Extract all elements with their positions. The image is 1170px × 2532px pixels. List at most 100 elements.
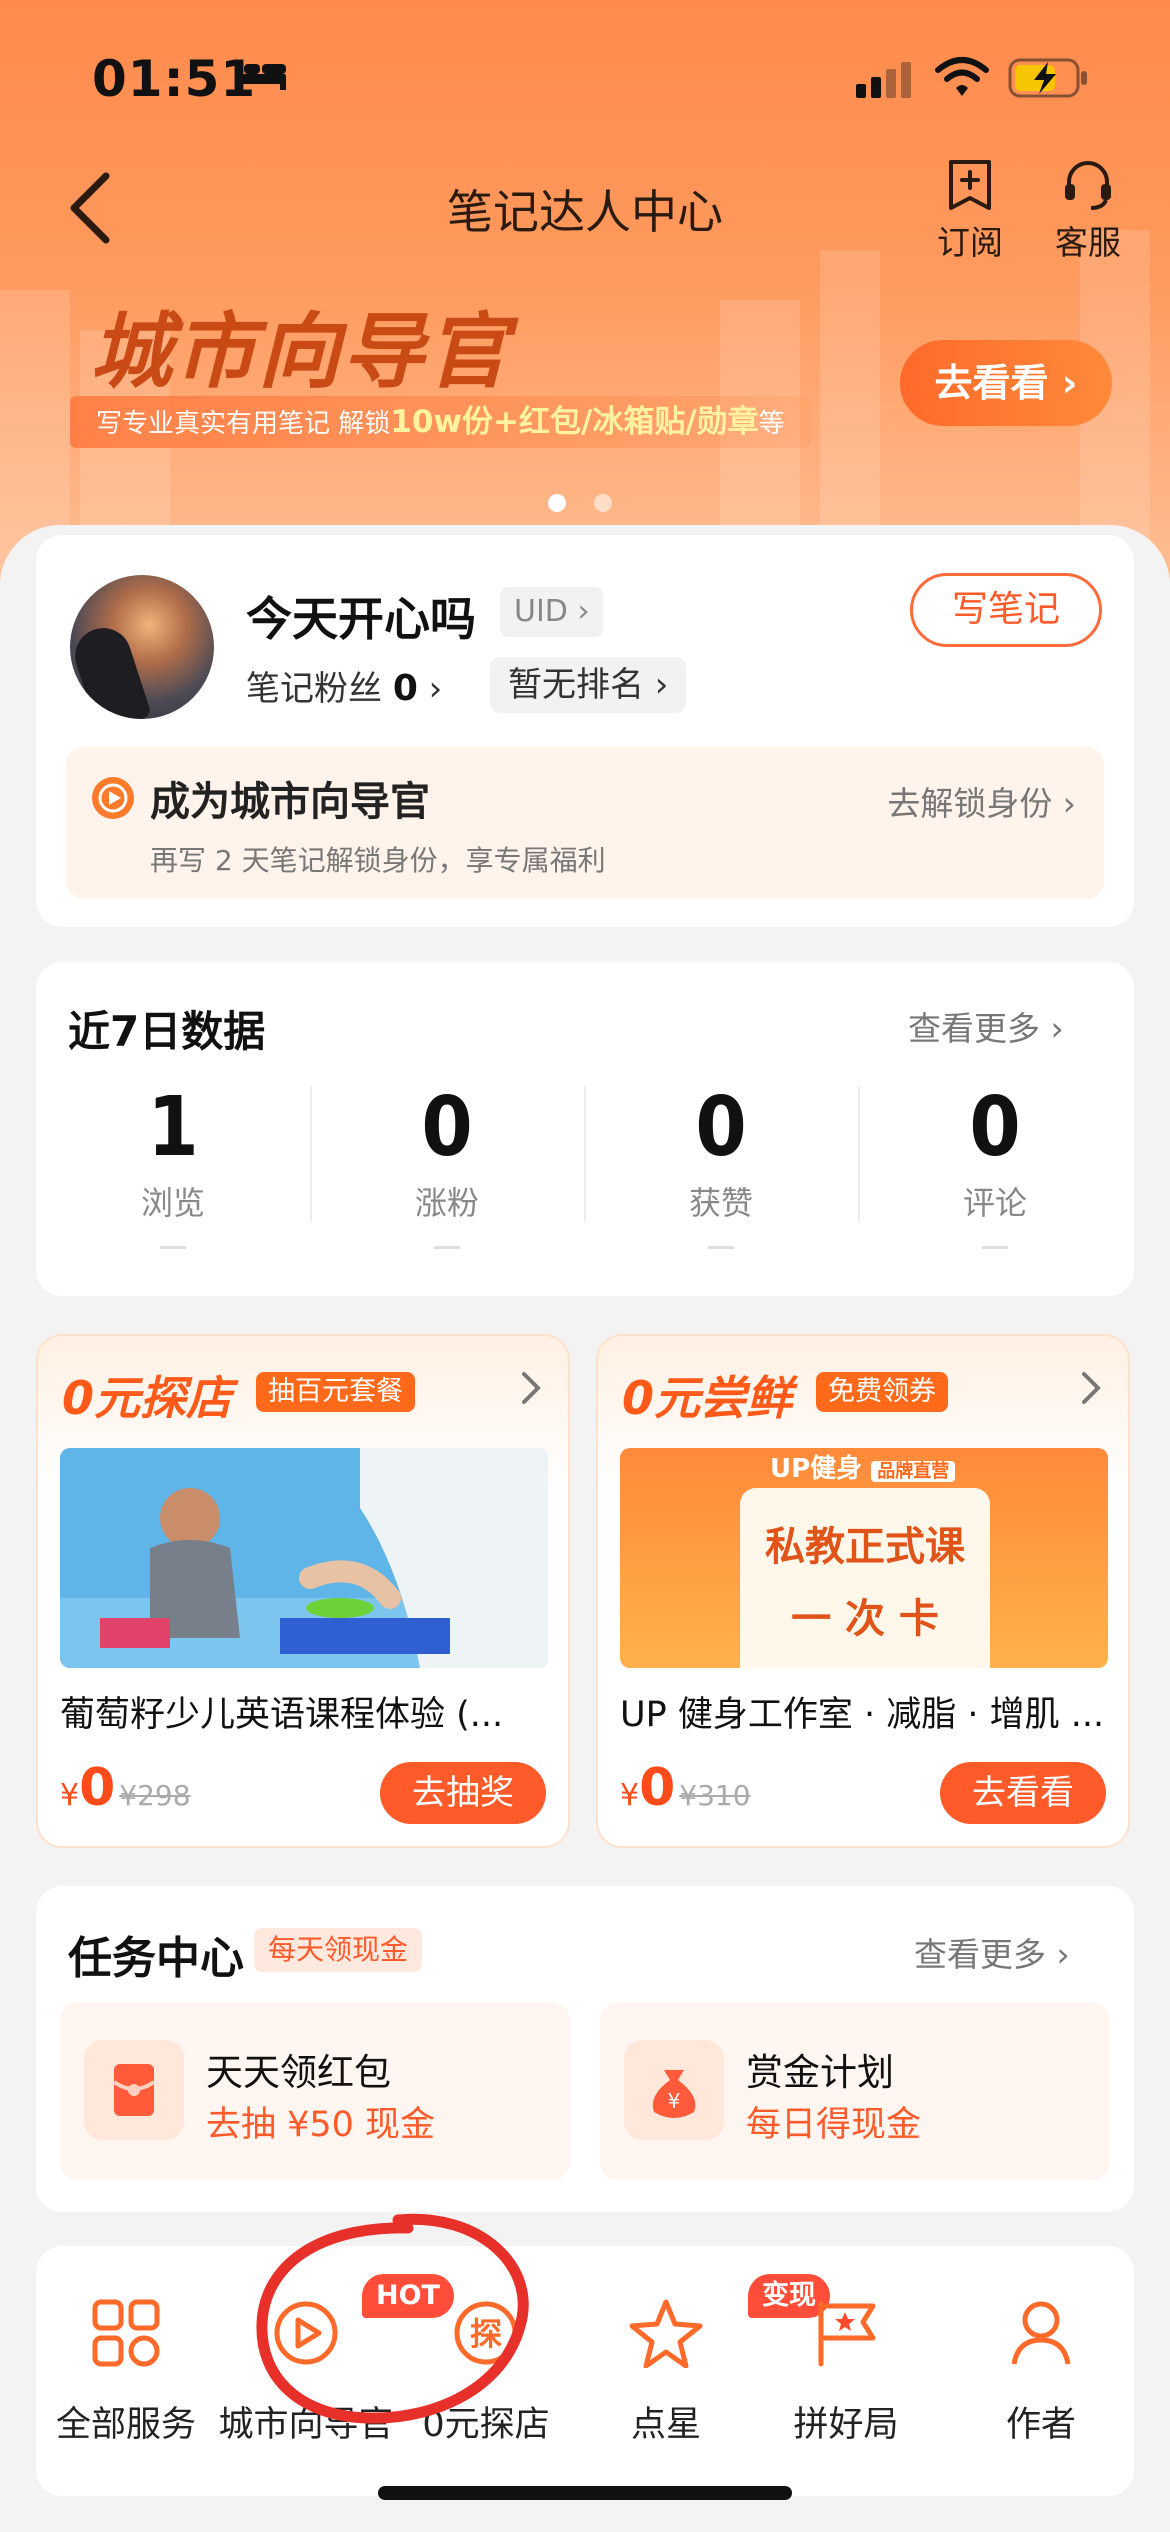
carousel-dots	[548, 494, 640, 516]
star-icon	[629, 2299, 703, 2368]
guide-badge-icon	[92, 777, 134, 819]
stat-dash	[160, 1246, 186, 1249]
customer-service-button[interactable]: 客服	[1038, 158, 1138, 268]
stat-label: 浏览	[140, 1184, 205, 1222]
service-group-deal[interactable]: 拼好局	[756, 2298, 936, 2447]
stats-more-label: 查看更多	[908, 1009, 1040, 1048]
gym-brand-name: UP健身	[770, 1454, 863, 1484]
gym-brand-text: UP健身 品牌直营	[770, 1448, 956, 1485]
service-author[interactable]: 作者	[936, 2298, 1134, 2447]
fans-label: 笔记粉丝	[246, 669, 382, 709]
battery-charging-icon	[1008, 58, 1087, 98]
task-title: 天天领红包	[206, 2051, 391, 2094]
service-star[interactable]: 点星	[576, 2298, 756, 2447]
offer-price-value: 0	[79, 1758, 116, 1818]
banner-sub-prefix: 写专业真实有用笔记 解锁	[96, 409, 391, 439]
kids-class-photo	[60, 1448, 548, 1668]
offer-original-price: ¥310	[679, 1779, 751, 1812]
view-offer-button[interactable]: 去看看	[940, 1762, 1106, 1824]
banner-sub-suffix: 等	[758, 409, 785, 439]
stat-value: 0	[969, 1080, 1021, 1175]
customer-service-label: 客服	[1055, 223, 1121, 262]
offer-currency: ¥	[620, 1778, 640, 1813]
banner-subtitle: 写专业真实有用笔记 解锁10w份+红包/冰箱贴/勋章等	[70, 396, 811, 448]
grid-icon	[92, 2299, 160, 2367]
offer-name: 葡萄籽少儿英语课程体验 (...	[60, 1695, 504, 1735]
tasks-more-link[interactable]: 查看更多 ›	[914, 1928, 1070, 1976]
banner-go-button[interactable]: 去看看 ›	[900, 340, 1112, 426]
profile-card: 今天开心吗 UID › 写笔记 笔记粉丝 0 › 暂无排名 › 成为城市向导官 …	[36, 535, 1134, 927]
service-label: 点星	[630, 2405, 701, 2445]
home-indicator	[378, 2486, 792, 2500]
offer-image-kids-class	[60, 1448, 548, 1668]
stats-card: 近7日数据 查看更多 › 1 浏览 0 涨粉 0 获赞 0 评论	[36, 962, 1134, 1296]
banner-sub-highlight: 10w份+红包/冰箱贴/勋章	[390, 404, 759, 440]
write-note-button[interactable]: 写笔记	[910, 573, 1102, 647]
stat-label: 涨粉	[414, 1184, 479, 1222]
task-bounty-plan[interactable]: ¥ 赏金计划 每日得现金	[600, 2002, 1110, 2180]
person-icon	[1011, 2301, 1071, 2365]
carousel-dot[interactable]	[594, 494, 612, 512]
task-title: 赏金计划	[746, 2051, 894, 2094]
task-red-packet[interactable]: 天天领红包 去抽 ¥50 现金	[60, 2002, 570, 2180]
service-all[interactable]: 全部服务	[36, 2298, 216, 2447]
gym-card-panel: 私教正式课 一 次 卡	[740, 1488, 990, 1668]
uid-button[interactable]: UID ›	[500, 587, 604, 637]
offer-brand: 0元探店	[62, 1371, 233, 1425]
guide-unlock-link[interactable]: 去解锁身份 ›	[887, 777, 1076, 825]
task-subtitle: 去抽 ¥50 现金	[206, 2105, 436, 2145]
banner-title: 城市向导官	[90, 305, 510, 400]
gym-line-1: 私教正式课	[765, 1523, 965, 1570]
offer-price: ¥0 ¥310	[620, 1758, 751, 1818]
fans-count: 0	[392, 668, 418, 709]
stats-more-link[interactable]: 查看更多 ›	[908, 1002, 1064, 1050]
stat-value: 0	[695, 1080, 747, 1175]
stat-comments[interactable]: 0 评论	[858, 1082, 1132, 1249]
subscribe-icon	[949, 160, 991, 210]
signal-icon	[856, 62, 911, 98]
subscribe-button[interactable]: 订阅	[920, 158, 1020, 268]
fans-link[interactable]: 笔记粉丝 0 ›	[246, 661, 442, 710]
banner-go-label: 去看看	[934, 361, 1049, 405]
stat-label: 获赞	[688, 1184, 753, 1222]
flag-icon	[818, 2301, 876, 2367]
offer-tag: 抽百元套餐	[256, 1372, 415, 1412]
avatar[interactable]	[70, 575, 214, 719]
stat-label: 评论	[962, 1184, 1027, 1222]
guide-link-label: 去解锁身份	[887, 784, 1053, 823]
stats-title: 近7日数据	[68, 1007, 266, 1056]
rank-label: 暂无排名	[508, 665, 644, 705]
carousel-dot[interactable]	[548, 494, 566, 512]
user-name: 今天开心吗	[246, 592, 476, 646]
red-packet-icon	[84, 2040, 184, 2140]
stat-value: 1	[147, 1080, 199, 1175]
offer-price-value: 0	[639, 1758, 676, 1818]
task-center-tag: 每天领现金	[254, 1928, 423, 1972]
draw-lottery-button[interactable]: 去抽奖	[380, 1762, 546, 1824]
stat-dash	[434, 1246, 460, 1249]
offer-name: UP 健身工作室 · 减脂 · 增肌 ...	[620, 1695, 1105, 1735]
status-time: 01:51	[92, 50, 257, 108]
uid-label: UID	[514, 594, 568, 629]
offer-image-gym: UP健身 品牌直营 私教正式课 一 次 卡	[620, 1448, 1108, 1668]
guide-unlock-panel[interactable]: 成为城市向导官 去解锁身份 › 再写 2 天笔记解锁身份，享专属福利	[66, 747, 1104, 899]
chevron-right-icon	[522, 1372, 541, 1404]
status-bar: 01:51	[0, 0, 1170, 150]
stat-followers[interactable]: 0 涨粉	[310, 1082, 584, 1249]
stat-dash	[982, 1246, 1008, 1249]
gym-brand-badge: 品牌直营	[871, 1461, 956, 1482]
offer-card-explore[interactable]: 0元探店 抽百元套餐 葡萄籽少儿英语课程体验 (... ¥0 ¥298 去抽奖	[36, 1334, 570, 1848]
stat-likes[interactable]: 0 获赞	[584, 1082, 858, 1249]
chevron-right-icon	[1082, 1372, 1101, 1404]
tasks-more-label: 查看更多	[914, 1935, 1046, 1974]
stat-views[interactable]: 1 浏览	[36, 1082, 310, 1249]
offer-card-taste[interactable]: 0元尝鲜 免费领券 UP健身 品牌直营 私教正式课 一 次 卡 UP 健身工作室…	[596, 1334, 1130, 1848]
rank-button[interactable]: 暂无排名 ›	[490, 657, 687, 713]
service-label: 全部服务	[55, 2405, 196, 2445]
offer-original-price: ¥298	[119, 1779, 191, 1812]
task-subtitle: 每日得现金	[746, 2105, 922, 2145]
sleep-focus-icon	[236, 64, 286, 90]
offer-brand: 0元尝鲜	[622, 1371, 793, 1425]
offer-currency: ¥	[60, 1778, 80, 1813]
guide-subtitle: 再写 2 天笔记解锁身份，享专属福利	[150, 844, 606, 877]
